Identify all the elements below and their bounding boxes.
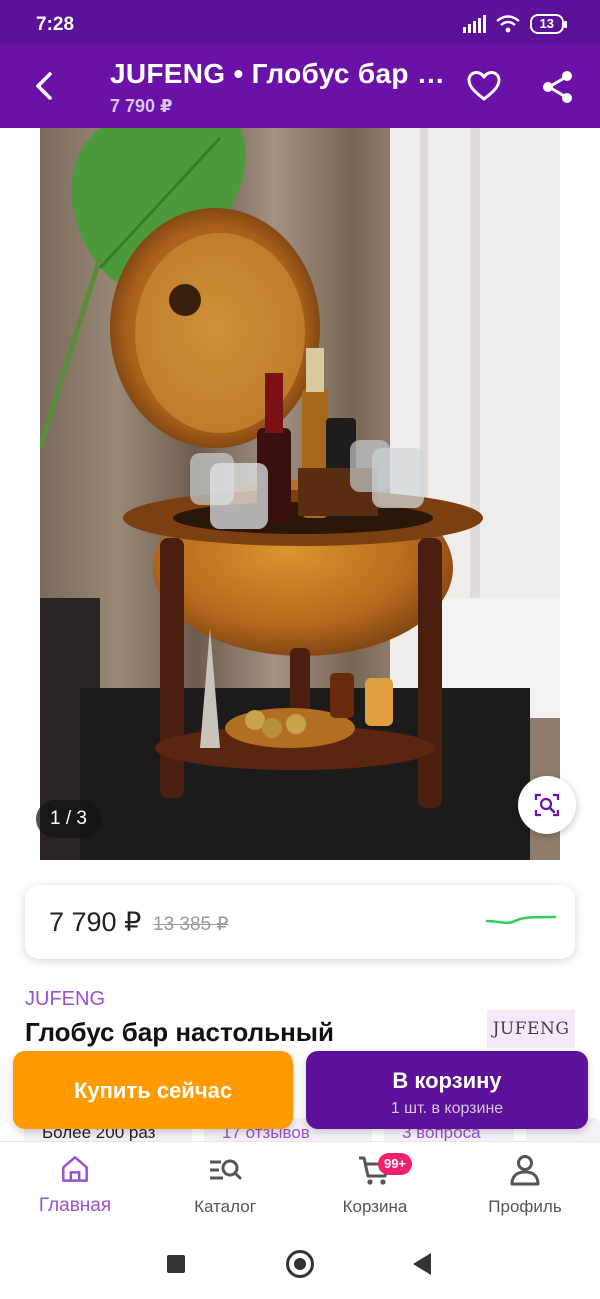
header-title: JUFENG • Глобус бар настольный: [110, 58, 455, 89]
brand-logo[interactable]: JUFENG: [487, 1010, 575, 1048]
in-cart-count: 1 шт. в корзине: [390, 1100, 504, 1117]
battery-icon: 13: [529, 14, 568, 34]
brand-link[interactable]: JUFENG: [25, 988, 105, 1011]
image-counter: 1 / 3: [36, 800, 101, 838]
cart-badge: 99+: [378, 1153, 412, 1175]
status-indicators: 13: [462, 14, 568, 34]
nav-catalog[interactable]: Каталог: [150, 1142, 300, 1230]
share-icon[interactable]: [538, 68, 576, 106]
signal-icon: [462, 15, 486, 33]
nav-profile-label: Профиль: [488, 1197, 562, 1216]
old-price: 13 385 ₽: [153, 914, 229, 935]
profile-icon: [510, 1155, 540, 1186]
nav-catalog-label: Каталог: [194, 1197, 256, 1216]
recents-icon[interactable]: [167, 1255, 185, 1273]
nav-home[interactable]: Главная: [0, 1142, 150, 1230]
system-navigation-bar: [0, 1229, 600, 1299]
heart-icon[interactable]: [466, 68, 502, 104]
app-header: JUFENG • Глобус бар настольный 7 790 ₽: [0, 44, 600, 128]
bottom-navigation: Главная Каталог 99+ Корзина Профиль: [0, 1141, 600, 1229]
header-price: 7 790 ₽: [110, 96, 173, 116]
price-trend-chart-icon: [485, 915, 557, 925]
buy-now-button[interactable]: Купить сейчас: [13, 1051, 293, 1129]
status-time: 7:28: [36, 14, 75, 35]
visual-search-icon: [534, 793, 560, 817]
nav-home-label: Главная: [38, 1195, 112, 1216]
wifi-icon: [495, 15, 520, 33]
add-to-cart-button[interactable]: В корзину 1 шт. в корзине: [306, 1051, 588, 1129]
product-title: Глобус бар настольный: [25, 1017, 334, 1047]
globe-bar-photo: [40, 128, 560, 860]
visual-search-button[interactable]: [518, 776, 576, 834]
home-icon: [62, 1156, 88, 1182]
add-to-cart-label: В корзину: [392, 1068, 502, 1093]
system-back-icon[interactable]: [413, 1253, 431, 1275]
nav-cart-label: Корзина: [342, 1197, 408, 1216]
back-arrow-icon[interactable]: [26, 66, 66, 106]
price-card[interactable]: 7 790 ₽ 13 385 ₽: [25, 885, 575, 959]
catalog-search-icon: [210, 1159, 242, 1180]
nav-profile[interactable]: Профиль: [450, 1142, 600, 1230]
home-button-icon[interactable]: [286, 1250, 314, 1278]
current-price: 7 790 ₽: [49, 907, 142, 937]
status-bar: 7:28 13: [0, 0, 600, 44]
nav-cart[interactable]: 99+ Корзина: [300, 1142, 450, 1230]
product-image[interactable]: [40, 128, 560, 860]
